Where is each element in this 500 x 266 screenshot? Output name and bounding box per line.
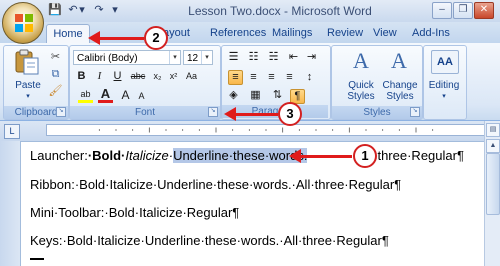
callout-3-arrow xyxy=(232,113,278,116)
font-size-value: 12 xyxy=(187,53,199,64)
save-icon[interactable]: 💾 xyxy=(48,3,62,17)
paste-label[interactable]: Paste xyxy=(12,80,44,91)
font-size-combo[interactable]: 12 ▾ xyxy=(183,50,213,65)
minimize-button[interactable]: – xyxy=(432,2,452,19)
shading-icon[interactable]: ◈ xyxy=(226,88,241,103)
align-left-button[interactable]: ≡ xyxy=(228,70,243,85)
superscript-button[interactable]: x² xyxy=(166,69,181,84)
line-label: Mini·Toolbar: xyxy=(30,205,105,220)
editing-dropdown-icon[interactable]: ▾ xyxy=(440,91,448,102)
increase-indent-icon[interactable]: ⇥ xyxy=(304,50,319,65)
underline-button[interactable]: U xyxy=(110,69,125,84)
font-name-value: Calibri (Body) xyxy=(77,53,138,64)
tab-review[interactable]: Review xyxy=(327,27,363,39)
decrease-indent-icon[interactable]: ⇤ xyxy=(286,50,301,65)
customize-qat-icon[interactable]: ▾ xyxy=(110,3,120,17)
scroll-up-icon[interactable]: ▲ xyxy=(486,139,500,153)
font-group-label: Font xyxy=(70,106,220,119)
restore-button[interactable]: ❐ xyxy=(453,2,473,19)
tab-add-ins[interactable]: Add-Ins xyxy=(412,27,450,39)
tab-mailings[interactable]: Mailings xyxy=(272,27,312,39)
font-name-combo[interactable]: Calibri (Body) ▾ xyxy=(73,50,181,65)
close-button[interactable]: ✕ xyxy=(474,2,494,19)
callout-1-arrowhead-icon xyxy=(289,149,301,163)
editing-label[interactable]: Editing xyxy=(424,80,464,91)
font-launcher-icon[interactable]: ↘ xyxy=(208,107,218,117)
callout-2-arrowhead-icon xyxy=(88,31,100,45)
strikethrough-button[interactable]: abc xyxy=(128,69,148,84)
italic-button[interactable]: I xyxy=(92,69,107,84)
editing-icon[interactable]: AA xyxy=(431,50,459,74)
line-text: ·Bold·Italicize·Underline·these·words.·A… xyxy=(74,177,402,192)
selected-text[interactable]: Underline·these·words. xyxy=(173,148,308,163)
bullets-icon[interactable]: ☰ xyxy=(226,50,241,65)
sort-icon[interactable]: ⇅ xyxy=(270,88,285,103)
line-label: Keys: xyxy=(30,233,63,248)
line-text: ·Bold·Italicize·Underline·these·words.·A… xyxy=(62,233,389,248)
align-right-button[interactable]: ≡ xyxy=(264,70,279,85)
line-label: Ribbon: xyxy=(30,177,75,192)
subscript-button[interactable]: x₂ xyxy=(150,69,165,84)
doc-line-keys: Keys:·Bold·Italicize·Underline·these·wor… xyxy=(30,233,389,248)
italic-text: Italicize· xyxy=(125,148,174,163)
format-painter-icon[interactable]: 🖌 xyxy=(48,84,63,99)
callout-1-arrow xyxy=(296,155,352,158)
clear-formatting-button[interactable]: Aa xyxy=(184,69,199,84)
redo-icon[interactable]: ↷ xyxy=(92,3,106,17)
change-styles-label[interactable]: Change Styles xyxy=(379,80,421,102)
tab-view[interactable]: View xyxy=(373,27,397,39)
cut-icon[interactable]: ✂ xyxy=(48,50,63,65)
view-ruler-icon[interactable]: ▤ xyxy=(486,123,500,137)
multilevel-list-icon[interactable]: ☵ xyxy=(266,50,281,65)
font-size-dropdown-icon[interactable]: ▾ xyxy=(201,51,212,64)
undo-dropdown-icon[interactable]: ▾ xyxy=(78,3,86,17)
paste-icon[interactable] xyxy=(14,48,40,76)
styles-group-label: Styles xyxy=(332,106,422,119)
office-logo-icon xyxy=(15,14,33,32)
highlight-button[interactable]: ab xyxy=(78,88,93,103)
justify-button[interactable]: ≡ xyxy=(282,70,297,85)
callout-3-arrowhead-icon xyxy=(224,107,236,121)
paragraph-group-label: Paragraph xyxy=(222,105,328,118)
quick-styles-icon[interactable]: A xyxy=(348,48,374,74)
borders-icon[interactable]: ▦ xyxy=(248,88,263,103)
clipboard-launcher-icon[interactable]: ↘ xyxy=(56,107,66,117)
window-title: Lesson Two.docx - Microsoft Word xyxy=(188,4,372,18)
tab-home[interactable]: Home xyxy=(46,24,90,44)
line-text: ·Bold·Italicize·Regular¶ xyxy=(104,205,240,220)
grow-font-button[interactable]: A xyxy=(118,88,133,103)
styles-launcher-icon[interactable]: ↘ xyxy=(410,107,420,117)
callout-2-arrow xyxy=(96,37,144,40)
callout-3: 3 xyxy=(278,102,302,126)
font-name-dropdown-icon[interactable]: ▾ xyxy=(169,51,180,64)
bold-text: ·Bold· xyxy=(87,148,126,163)
callout-1: 1 xyxy=(353,144,377,168)
line-spacing-icon[interactable]: ↕ xyxy=(302,70,317,85)
paste-dropdown-icon[interactable]: ▾ xyxy=(24,91,32,102)
scroll-thumb[interactable] xyxy=(486,153,500,215)
shrink-font-button[interactable]: A xyxy=(134,89,149,104)
office-button[interactable] xyxy=(2,2,44,44)
end-of-document-marker xyxy=(30,258,44,260)
copy-icon[interactable]: ⧉ xyxy=(48,67,63,82)
change-styles-icon[interactable]: A xyxy=(386,48,412,74)
callout-2: 2 xyxy=(144,26,168,50)
doc-line-ribbon: Ribbon:·Bold·Italicize·Underline·these·w… xyxy=(30,177,401,192)
font-color-button[interactable]: A xyxy=(98,87,113,103)
doc-line-mini-toolbar: Mini·Toolbar:·Bold·Italicize·Regular¶ xyxy=(30,205,239,220)
numbering-icon[interactable]: ☷ xyxy=(246,50,261,65)
vertical-ruler xyxy=(0,141,21,266)
rest-text: three·Regular¶ xyxy=(377,148,464,163)
doc-line-launcher: Launcher:·Bold·Italicize·Underline·these… xyxy=(30,148,464,163)
ruler-scale xyxy=(46,124,486,136)
tab-selector-icon[interactable]: L xyxy=(4,124,20,139)
align-center-button[interactable]: ≡ xyxy=(246,70,261,85)
bold-button[interactable]: B xyxy=(74,69,89,84)
tab-references[interactable]: References xyxy=(210,27,266,39)
quick-styles-label[interactable]: Quick Styles xyxy=(340,80,382,102)
line-label: Launcher: xyxy=(30,148,88,163)
